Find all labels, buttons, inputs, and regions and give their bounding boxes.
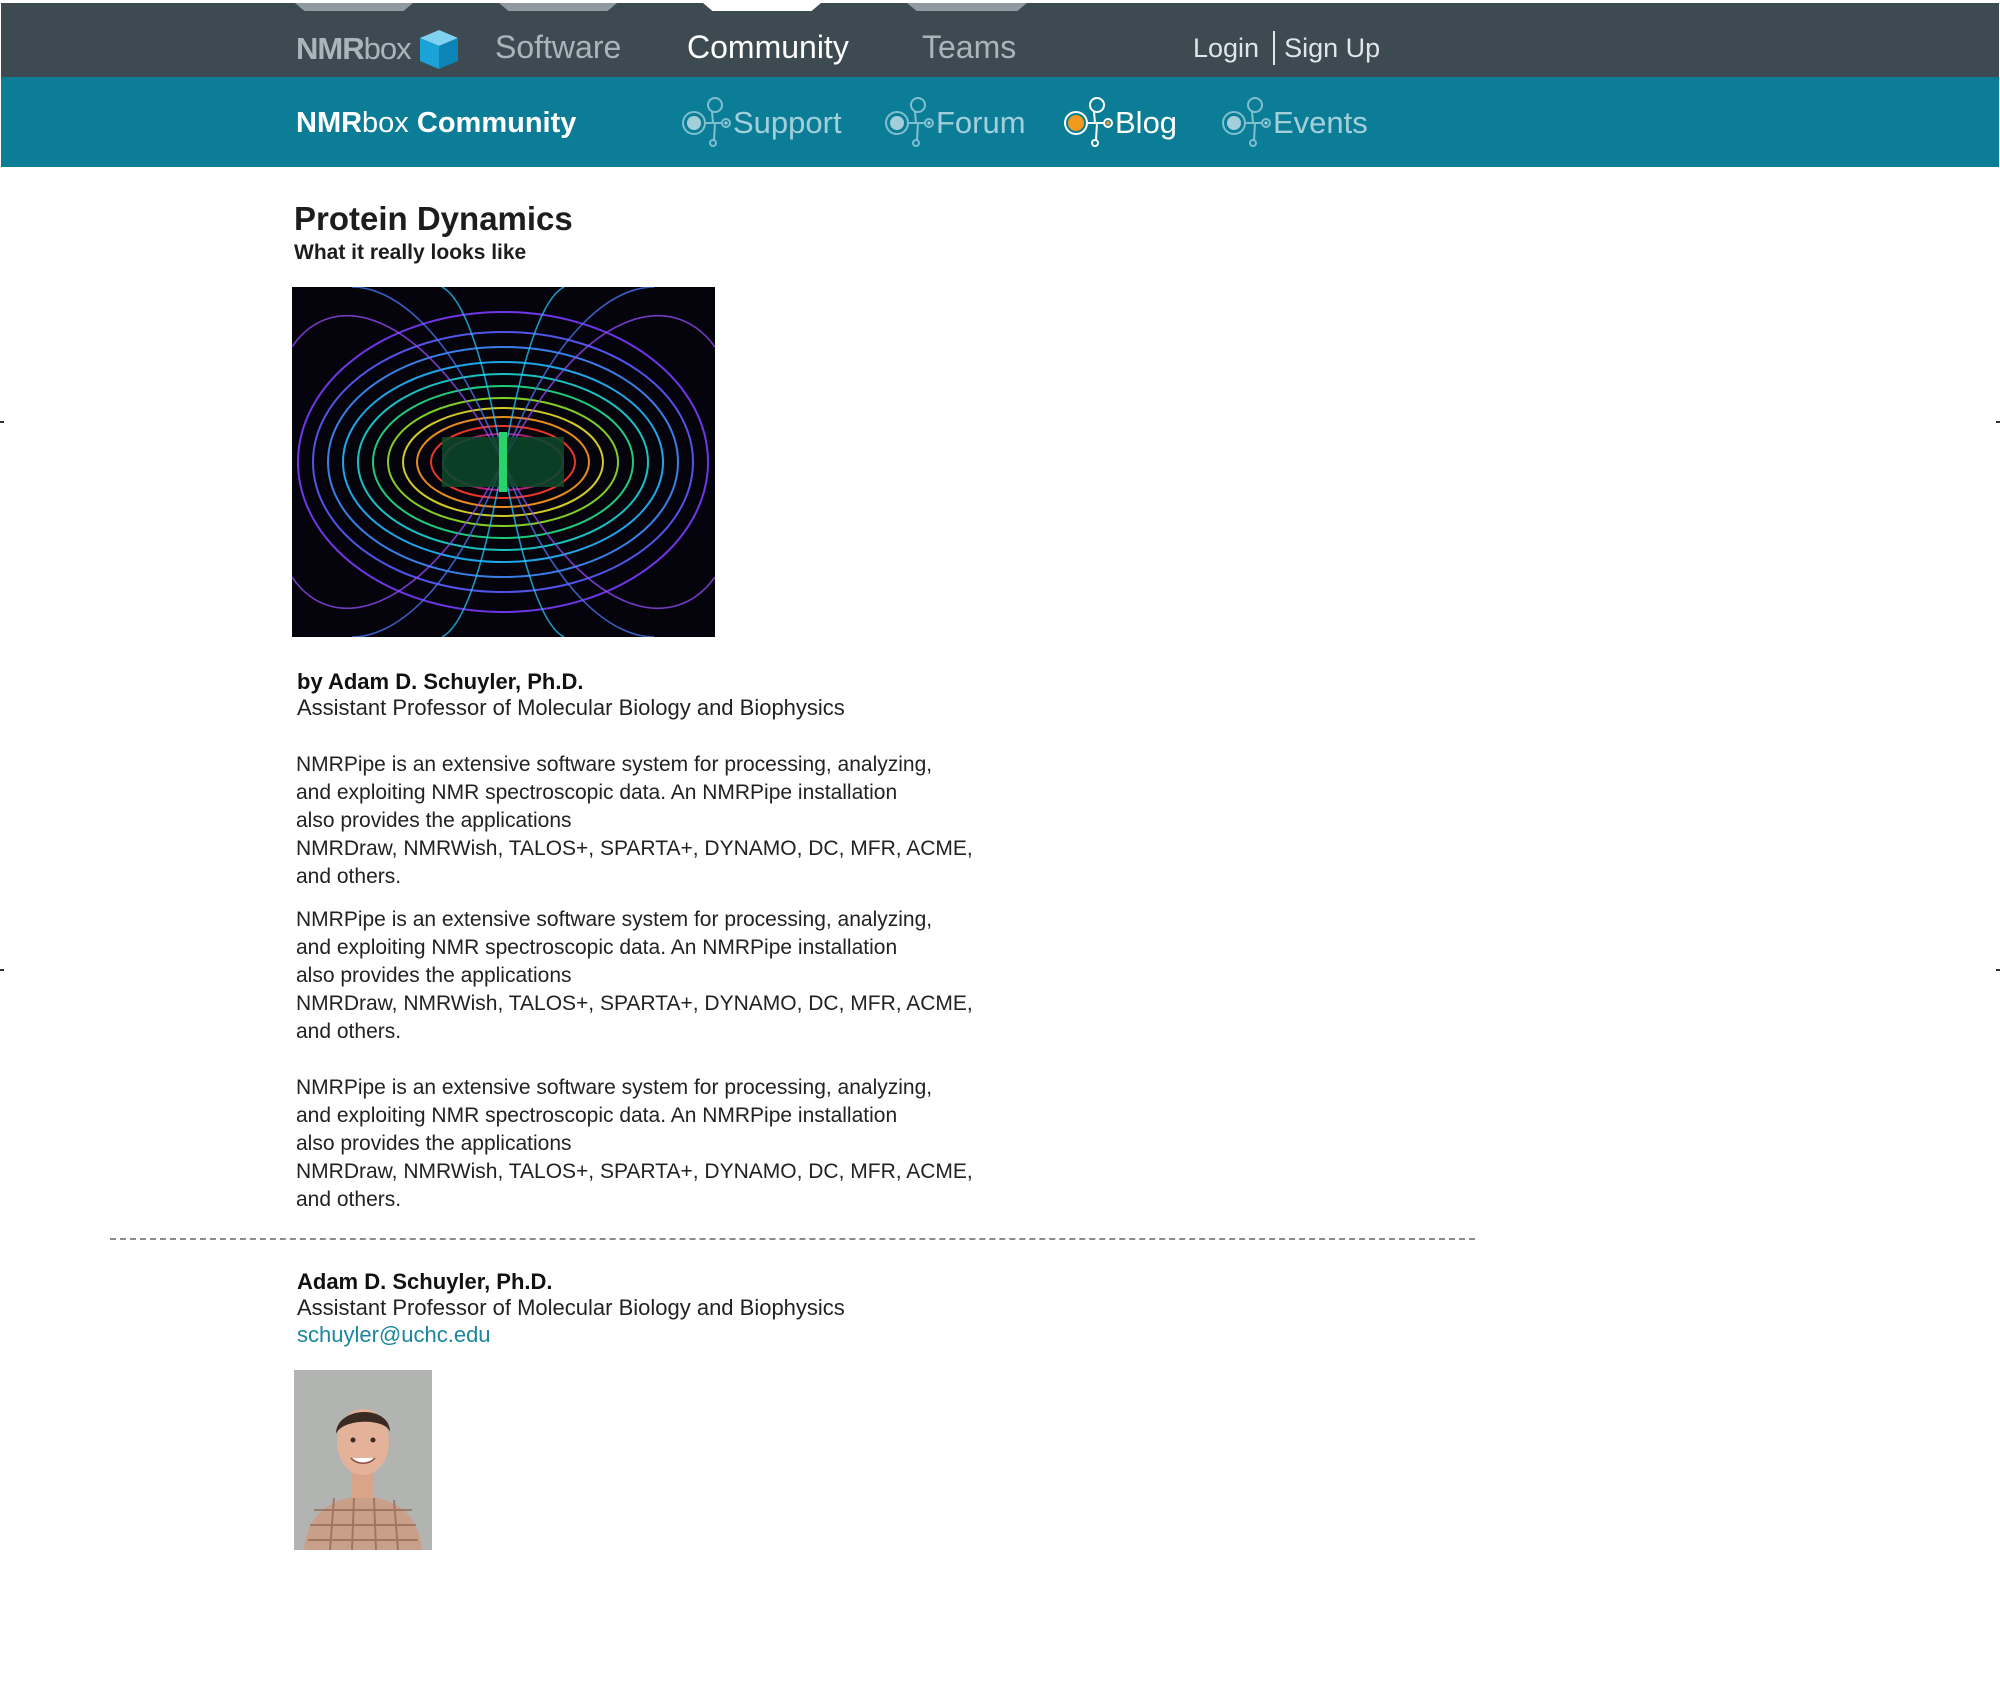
- paragraph-line: and exploiting NMR spectroscopic data. A…: [296, 936, 898, 959]
- molecule-node-icon: [1064, 97, 1113, 147]
- molecule-node-icon: [1222, 97, 1271, 147]
- article-paragraph: NMRPipe is an extensive software system …: [296, 906, 1056, 1046]
- auth-separator: [1273, 31, 1276, 65]
- bio-role: Assistant Professor of Molecular Biology…: [297, 1295, 845, 1320]
- paragraph-line: also provides the applications: [296, 1132, 572, 1155]
- logo-text-bold: NMR: [296, 31, 365, 66]
- avatar: [294, 1370, 432, 1550]
- sub-nav-events-label: Events: [1273, 105, 1368, 140]
- community-brand-bold: NMR: [296, 107, 363, 139]
- paragraph-line: also provides the applications: [296, 964, 572, 987]
- sub-nav-blog[interactable]: Blog: [1059, 93, 1177, 153]
- signup-link[interactable]: Sign Up: [1284, 33, 1380, 64]
- cube-icon: [419, 30, 458, 69]
- edge-mark: [1996, 421, 2000, 423]
- nav-teams[interactable]: Teams: [922, 29, 1016, 66]
- sub-nav-blog-label: Blog: [1115, 105, 1178, 140]
- molecule-node-icon: [682, 97, 731, 147]
- paragraph-line: NMRDraw, NMRWish, TALOS+, SPARTA+, DYNAM…: [296, 837, 973, 860]
- nav-software[interactable]: Software: [495, 29, 621, 66]
- community-brand[interactable]: NMRbox Community: [296, 107, 576, 140]
- field-lines-image: [292, 287, 715, 637]
- paragraph-line: NMRDraw, NMRWish, TALOS+, SPARTA+, DYNAM…: [296, 992, 973, 1015]
- community-brand-suffix: Community: [408, 107, 577, 139]
- tab-marker: [907, 3, 1027, 11]
- community-brand-light: box: [362, 107, 409, 139]
- section-divider: [110, 1238, 1475, 1240]
- paragraph-line: and others.: [296, 865, 402, 888]
- login-link[interactable]: Login: [1193, 33, 1259, 64]
- edge-mark: [0, 969, 4, 971]
- article-subtitle: What it really looks like: [294, 241, 527, 264]
- author-photo: [294, 1370, 432, 1550]
- paragraph-line: and others.: [296, 1188, 402, 1211]
- tab-marker: [295, 3, 413, 11]
- logo-text-light: box: [363, 31, 412, 66]
- article-paragraph: NMRPipe is an extensive software system …: [296, 1074, 1056, 1214]
- nmrbox-logo[interactable]: NMR box: [296, 27, 461, 71]
- tab-marker: [499, 3, 617, 11]
- auth-links: Login Sign Up: [1193, 31, 1380, 65]
- article-paragraph: NMRPipe is an extensive software system …: [296, 751, 1056, 891]
- article-title: Protein Dynamics: [294, 200, 573, 237]
- molecule-node-icon: [885, 97, 934, 147]
- edge-mark: [0, 421, 4, 423]
- top-navigation-bar: NMR box Software Community Teams Login Si…: [1, 3, 1999, 77]
- paragraph-line: also provides the applications: [296, 809, 572, 832]
- bio-email-link[interactable]: schuyler@uchc.edu: [297, 1322, 491, 1348]
- paragraph-line: and exploiting NMR spectroscopic data. A…: [296, 781, 898, 804]
- sub-nav-forum-label: Forum: [936, 105, 1026, 140]
- sub-nav-support[interactable]: Support: [677, 93, 842, 153]
- paragraph-line: NMRDraw, NMRWish, TALOS+, SPARTA+, DYNAM…: [296, 1160, 973, 1183]
- article-byline: by Adam D. Schuyler, Ph.D.: [297, 669, 584, 694]
- sub-nav-events[interactable]: Events: [1217, 93, 1368, 153]
- hero-image-field-lines: [292, 287, 715, 637]
- paragraph-line: NMRPipe is an extensive software system …: [296, 753, 933, 776]
- paragraph-line: NMRPipe is an extensive software system …: [296, 1076, 933, 1099]
- paragraph-line: and others.: [296, 1020, 402, 1043]
- edge-mark: [1996, 969, 2000, 971]
- sub-nav-support-label: Support: [733, 105, 842, 140]
- bio-name: Adam D. Schuyler, Ph.D.: [297, 1269, 553, 1294]
- community-navigation-bar: NMRbox Community Support Forum Blog Even…: [1, 77, 1999, 167]
- article-author-role: Assistant Professor of Molecular Biology…: [297, 695, 845, 720]
- nav-community[interactable]: Community: [687, 29, 849, 66]
- tab-marker-active: [703, 3, 821, 11]
- paragraph-line: and exploiting NMR spectroscopic data. A…: [296, 1104, 898, 1127]
- sub-nav-forum[interactable]: Forum: [880, 93, 1026, 153]
- paragraph-line: NMRPipe is an extensive software system …: [296, 908, 933, 931]
